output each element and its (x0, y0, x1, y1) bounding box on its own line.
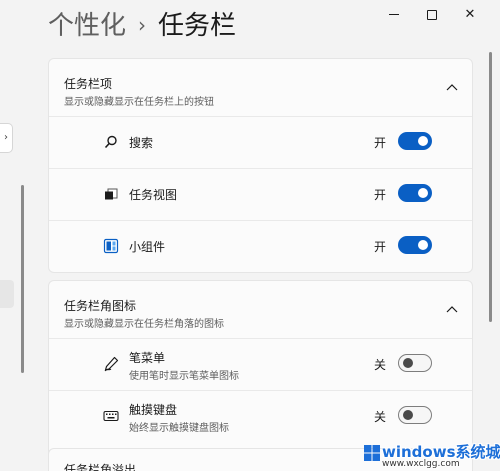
breadcrumb-parent[interactable]: 个性化 (48, 11, 126, 41)
pen-icon (104, 356, 119, 372)
setting-row-search: 搜索 开 (49, 117, 472, 169)
setting-label: 搜索 (129, 136, 154, 150)
watermark: windows系统城 www.wxclgg.com (362, 440, 500, 471)
chevron-up-icon[interactable] (446, 305, 458, 313)
nav-scrollbar[interactable] (21, 185, 24, 373)
setting-description: 使用笔时显示笔菜单图标 (129, 371, 239, 382)
keyboard-icon (103, 410, 119, 422)
corner-icons-header[interactable]: 任务栏角图标 显示或隐藏显示在任务栏角落的图标 (49, 281, 472, 339)
toggle-state-text: 开 (374, 136, 387, 150)
minimize-button[interactable] (376, 0, 412, 30)
taskbar-items-title: 任务栏项 (64, 77, 113, 91)
breadcrumb-separator: › (138, 13, 147, 37)
close-button[interactable]: ✕ (452, 0, 488, 30)
page-title: 任务栏 (158, 11, 237, 41)
taskbar-items-subtitle: 显示或隐藏显示在任务栏上的按钮 (64, 97, 214, 108)
chevron-up-icon[interactable] (446, 83, 458, 91)
toggle-knob (418, 240, 428, 250)
widgets-toggle[interactable] (398, 236, 432, 254)
widgets-icon (103, 238, 119, 254)
toggle-state-text: 关 (374, 358, 387, 372)
toggle-state-text: 开 (374, 188, 387, 202)
setting-label: 任务视图 (129, 188, 178, 202)
setting-label: 小组件 (129, 240, 166, 254)
touch-keyboard-toggle[interactable] (398, 406, 432, 424)
setting-row-task-view: 任务视图 开 (49, 169, 472, 221)
task-view-toggle[interactable] (398, 184, 432, 202)
minimize-icon (389, 14, 399, 15)
corner-icons-card: 任务栏角图标 显示或隐藏显示在任务栏角落的图标 笔菜单 使用笔时显示笔菜单图标 … (48, 280, 473, 457)
setting-label: 笔菜单 (129, 351, 166, 365)
main-scrollbar[interactable] (489, 52, 492, 322)
nav-collapse-button[interactable]: › (0, 123, 13, 153)
toggle-knob (418, 188, 428, 198)
toggle-knob (403, 410, 413, 420)
watermark-url: www.wxclgg.com (382, 459, 460, 469)
nav-pane: › (0, 0, 38, 471)
toggle-state-text: 关 (374, 410, 387, 424)
setting-description: 始终显示触摸键盘图标 (129, 423, 229, 434)
task-view-icon (105, 188, 118, 200)
setting-row-pen-menu: 笔菜单 使用笔时显示笔菜单图标 关 (49, 339, 472, 391)
taskbar-items-header[interactable]: 任务栏项 显示或隐藏显示在任务栏上的按钮 (49, 59, 472, 117)
pen-menu-toggle[interactable] (398, 354, 432, 372)
close-icon: ✕ (464, 7, 476, 22)
toggle-knob (418, 136, 428, 146)
corner-icons-title: 任务栏角图标 (64, 299, 137, 313)
corner-overflow-title: 任务栏角溢出 (64, 463, 137, 471)
breadcrumb: 个性化 › 任务栏 (48, 6, 236, 46)
setting-row-touch-keyboard: 触摸键盘 始终显示触摸键盘图标 关 (49, 391, 472, 442)
windows-logo-icon (364, 445, 380, 461)
settings-window: › ✕ 个性化 › 任务栏 任务栏项 显示或隐藏显示在任务栏上的按钮 搜索 开 (0, 0, 500, 471)
nav-selected-item[interactable] (0, 280, 14, 308)
taskbar-items-card: 任务栏项 显示或隐藏显示在任务栏上的按钮 搜索 开 任务视图 开 小组件 开 (48, 58, 473, 273)
toggle-knob (403, 358, 413, 368)
setting-row-widgets: 小组件 开 (49, 221, 472, 272)
toggle-state-text: 开 (374, 240, 387, 254)
search-icon (104, 135, 117, 149)
maximize-button[interactable] (414, 0, 450, 30)
corner-icons-subtitle: 显示或隐藏显示在任务栏角落的图标 (64, 319, 224, 330)
search-toggle[interactable] (398, 132, 432, 150)
maximize-icon (427, 9, 437, 20)
setting-label: 触摸键盘 (129, 403, 178, 417)
